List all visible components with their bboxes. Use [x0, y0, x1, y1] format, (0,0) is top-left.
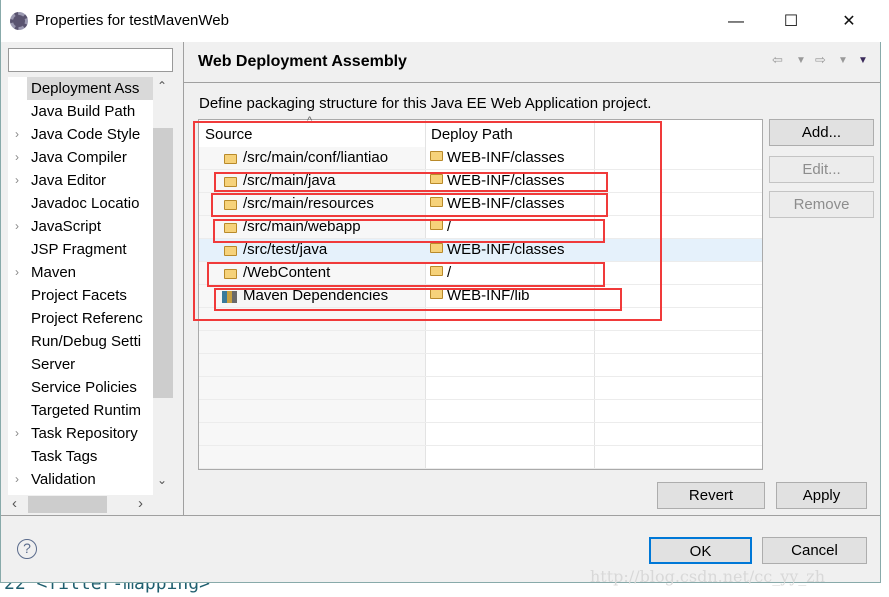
tree-hscroll-thumb[interactable]	[28, 496, 107, 513]
tree-item[interactable]: Java Build Path	[8, 100, 153, 123]
revert-button[interactable]: Revert	[657, 482, 765, 509]
tree-item-label: Project Referenc	[31, 310, 143, 327]
empty-row	[199, 331, 762, 354]
tree-item[interactable]: Project Referenc	[8, 307, 153, 330]
tree-item-label: Service Policies	[31, 379, 137, 396]
view-menu-icon[interactable]: ▼	[858, 55, 868, 66]
tree-item[interactable]: › JavaScript	[8, 215, 153, 238]
empty-cell	[199, 446, 425, 468]
empty-cell	[199, 331, 425, 353]
scroll-down-icon[interactable]: ⌄	[157, 473, 167, 487]
annotation-box	[214, 172, 608, 192]
background-editor-right	[880, 0, 889, 583]
title-bar: Properties for testMavenWeb — ☐ ✕	[1, 0, 881, 42]
property-tree: Deployment Ass Java Build Path › Java Code …	[8, 77, 173, 495]
empty-cell	[199, 400, 425, 422]
empty-row	[199, 354, 762, 377]
empty-row	[199, 377, 762, 400]
scroll-up-icon[interactable]: ⌃	[157, 79, 167, 93]
tree-item-label: Validation	[31, 471, 96, 488]
back-arrow-icon[interactable]: ⇦	[772, 52, 783, 68]
tree-item-label: Java Build Path	[31, 103, 136, 120]
edit-button[interactable]: Edit...	[769, 156, 874, 183]
empty-row	[199, 423, 762, 446]
expand-chevron-icon[interactable]: ›	[15, 169, 19, 192]
header-divider	[184, 82, 881, 83]
tree-item-label: Task Tags	[31, 448, 98, 465]
cancel-button[interactable]: Cancel	[762, 537, 867, 564]
remove-button[interactable]: Remove	[769, 191, 874, 218]
empty-row	[199, 400, 762, 423]
tree-item-label: Maven	[31, 264, 77, 281]
filter-input[interactable]	[8, 48, 173, 72]
tree-item-label: Java Compiler	[31, 149, 127, 166]
tree-item[interactable]: Targeted Runtim	[8, 399, 153, 422]
scroll-right-icon[interactable]: ›	[138, 495, 143, 512]
eclipse-gear-icon	[10, 12, 28, 30]
watermark: http://blog.csdn.net/cc_yy_zh	[590, 567, 826, 586]
tree-item[interactable]: Javadoc Locatio	[8, 192, 153, 215]
expand-chevron-icon[interactable]: ›	[15, 215, 19, 238]
expand-chevron-icon[interactable]: ›	[15, 123, 19, 146]
expand-chevron-icon[interactable]: ›	[15, 261, 19, 284]
empty-cell	[199, 377, 425, 399]
tree-item[interactable]: JSP Fragment	[8, 238, 153, 261]
tree-item-label: Server	[31, 356, 76, 373]
tree-item-label: JavaScript	[31, 218, 102, 235]
tree-scroll-thumb[interactable]	[153, 128, 173, 398]
expand-chevron-icon[interactable]: ›	[15, 422, 19, 445]
tree-item[interactable]: › Validation	[8, 468, 153, 491]
forward-menu-icon[interactable]: ▼	[838, 55, 848, 66]
add-button[interactable]: Add...	[769, 119, 874, 146]
tree-item-label: Java Code Style	[31, 126, 141, 143]
annotation-box	[214, 288, 622, 311]
tree-item-label: JSP Fragment	[31, 241, 127, 258]
tree-item-label: Run/Debug Setti	[31, 333, 142, 350]
tree-item[interactable]: Run/Debug Setti	[8, 330, 153, 353]
apply-button[interactable]: Apply	[776, 482, 867, 509]
tree-item[interactable]: Deployment Ass	[27, 77, 154, 100]
tree-item-label: Task Repository	[31, 425, 138, 442]
empty-cell	[199, 423, 425, 445]
page-description: Define packaging structure for this Java…	[199, 95, 652, 112]
expand-chevron-icon[interactable]: ›	[15, 146, 19, 169]
tree-item-label: Project Facets	[31, 287, 127, 304]
empty-row	[199, 446, 762, 469]
tree-item[interactable]: › Task Repository	[8, 422, 153, 445]
tree-item[interactable]: Project Facets	[8, 284, 153, 307]
maximize-button[interactable]: ☐	[768, 8, 814, 36]
tree-item[interactable]: Task Tags	[8, 445, 153, 468]
tree-item-label: Java Editor	[31, 172, 107, 189]
help-icon[interactable]: ?	[17, 539, 37, 559]
tree-item[interactable]: › Java Code Style	[8, 123, 153, 146]
properties-dialog: Properties for testMavenWeb — ☐ ✕ Deploy…	[0, 0, 881, 583]
empty-cell	[199, 354, 425, 376]
tree-item[interactable]: Server	[8, 353, 153, 376]
ok-button[interactable]: OK	[649, 537, 752, 564]
tree-item-label: Javadoc Locatio	[31, 195, 140, 212]
minimize-button[interactable]: —	[713, 8, 759, 36]
annotation-box	[207, 262, 605, 287]
annotation-box	[211, 193, 608, 217]
footer-divider	[1, 515, 881, 516]
pane-divider[interactable]	[183, 42, 184, 515]
close-button[interactable]: ✕	[826, 8, 872, 36]
tree-item[interactable]: Service Policies	[8, 376, 153, 399]
scroll-left-icon[interactable]: ‹	[12, 495, 17, 512]
tree-item[interactable]: › Java Editor	[8, 169, 153, 192]
page-title: Web Deployment Assembly	[198, 53, 407, 70]
annotation-box	[213, 219, 605, 243]
forward-arrow-icon[interactable]: ⇨	[815, 52, 826, 68]
tree-item[interactable]: › Maven	[8, 261, 153, 284]
tree-item[interactable]: › Java Compiler	[8, 146, 153, 169]
window-title: Properties for testMavenWeb	[35, 12, 229, 29]
back-menu-icon[interactable]: ▼	[796, 55, 806, 66]
tree-item-label: Deployment Ass	[31, 80, 140, 97]
expand-chevron-icon[interactable]: ›	[15, 468, 19, 491]
tree-item-label: Targeted Runtim	[31, 402, 142, 419]
